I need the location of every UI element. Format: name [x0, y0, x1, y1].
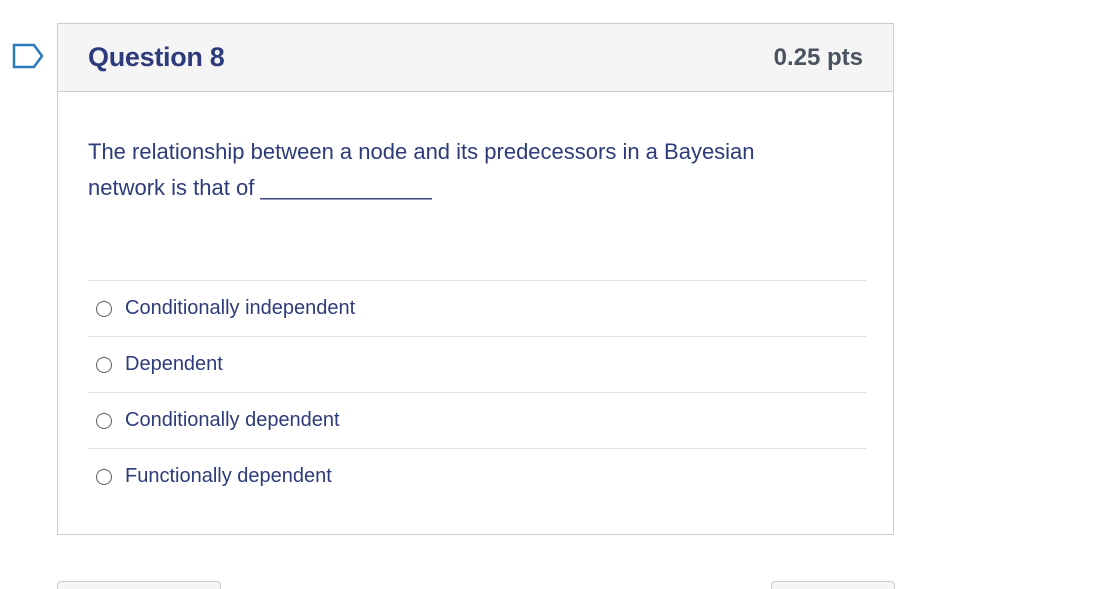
answer-option[interactable]: Functionally dependent [88, 448, 866, 504]
answer-list: Conditionally independent Dependent Cond… [88, 280, 866, 504]
radio-button[interactable] [96, 468, 112, 485]
answer-label: Functionally dependent [125, 465, 332, 487]
question-card: Question 8 0.25 pts The relationship bet… [57, 23, 894, 535]
question-points: 0.25 pts [773, 43, 863, 71]
previous-button[interactable] [57, 581, 221, 589]
quiz-page: Question 8 0.25 pts The relationship bet… [0, 0, 1108, 589]
question-title: Question 8 [88, 42, 225, 72]
question-header: Question 8 0.25 pts [58, 24, 893, 92]
answer-label: Conditionally dependent [125, 409, 340, 431]
answer-option[interactable]: Conditionally dependent [88, 392, 866, 448]
question-text: The relationship between a node and its … [88, 139, 755, 200]
radio-button[interactable] [96, 300, 112, 317]
answer-option[interactable]: Dependent [88, 336, 866, 392]
answer-label: Dependent [125, 353, 223, 375]
answer-option[interactable]: Conditionally independent [88, 280, 866, 336]
radio-button[interactable] [96, 356, 112, 373]
radio-button[interactable] [96, 412, 112, 429]
flag-question-icon[interactable] [12, 43, 44, 69]
next-button[interactable] [771, 581, 895, 589]
answer-label: Conditionally independent [125, 297, 356, 319]
